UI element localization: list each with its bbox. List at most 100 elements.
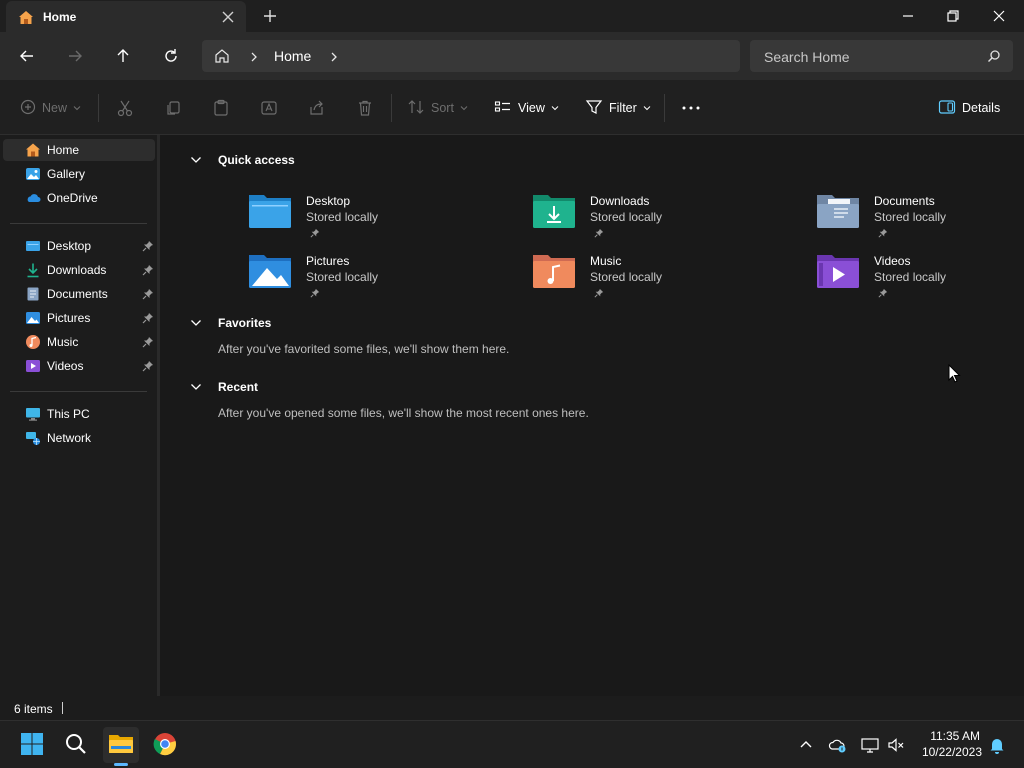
chevron-down-icon[interactable]: [190, 381, 202, 393]
pin-icon[interactable]: [142, 264, 154, 279]
minimize-icon[interactable]: [898, 6, 918, 26]
pictures-folder-icon: [248, 251, 292, 291]
sidebar-item-documents[interactable]: Documents: [3, 283, 155, 305]
folder-name: Videos: [874, 254, 911, 268]
details-button[interactable]: Details: [938, 97, 1000, 119]
pin-icon[interactable]: [142, 312, 154, 327]
quick-access-downloads[interactable]: Downloads Stored locally: [532, 191, 772, 247]
file-explorer-icon: [108, 732, 134, 759]
filter-label: Filter: [609, 101, 637, 115]
chevron-down-icon[interactable]: [190, 317, 202, 329]
address-bar[interactable]: Home: [202, 40, 740, 72]
start-button[interactable]: [14, 727, 50, 763]
tab-title: Home: [43, 10, 77, 24]
sidebar-item-label: Downloads: [47, 263, 107, 277]
chevron-right-icon[interactable]: [329, 51, 339, 62]
up-arrow-icon[interactable]: [113, 46, 133, 66]
new-tab-icon[interactable]: [262, 8, 278, 24]
back-arrow-icon[interactable]: [17, 46, 37, 66]
downloads-folder-icon: [532, 191, 576, 231]
close-tab-icon[interactable]: [220, 9, 236, 25]
sidebar-item-label: This PC: [47, 407, 90, 421]
sidebar-item-network[interactable]: Network: [3, 427, 155, 449]
taskbar-search-button[interactable]: [58, 727, 94, 763]
quick-access-pictures[interactable]: Pictures Stored locally: [248, 251, 488, 307]
filter-button[interactable]: Filter: [585, 97, 651, 119]
content-pane: Quick access Desktop Stored locally Down…: [160, 135, 1024, 696]
pin-icon[interactable]: [142, 336, 154, 351]
pin-icon[interactable]: [142, 240, 154, 255]
documents-folder-icon: [816, 191, 860, 231]
refresh-icon[interactable]: [161, 46, 181, 66]
paste-icon[interactable]: [212, 97, 230, 119]
display-icon[interactable]: [860, 735, 880, 755]
cut-icon[interactable]: [116, 97, 134, 119]
forward-arrow-icon[interactable]: [65, 46, 85, 66]
pin-icon[interactable]: [142, 288, 154, 303]
plus-circle-icon: [20, 99, 36, 118]
search-icon[interactable]: [987, 49, 1001, 66]
folder-status: Stored locally: [874, 270, 947, 284]
folder-name: Downloads: [590, 194, 650, 208]
sidebar-item-videos[interactable]: Videos: [3, 355, 155, 377]
recent-heading[interactable]: Recent: [218, 380, 258, 394]
sort-icon: [407, 98, 425, 119]
sidebar-item-gallery[interactable]: Gallery: [3, 163, 155, 185]
clock-time[interactable]: 11:35 AM: [922, 729, 980, 743]
pin-icon: [594, 227, 604, 241]
favorites-heading[interactable]: Favorites: [218, 316, 271, 330]
home-outline-icon[interactable]: [214, 48, 230, 67]
quick-access-heading[interactable]: Quick access: [218, 153, 295, 167]
close-window-icon[interactable]: [989, 6, 1009, 26]
filter-icon: [585, 98, 603, 119]
volume-muted-icon[interactable]: [886, 735, 906, 755]
sidebar-item-home[interactable]: Home: [3, 139, 155, 161]
restore-icon[interactable]: [943, 6, 963, 26]
more-options-icon[interactable]: [681, 97, 701, 119]
quick-access-documents[interactable]: Documents Stored locally: [816, 191, 1024, 247]
rename-icon[interactable]: [260, 97, 278, 119]
quick-access-desktop[interactable]: Desktop Stored locally: [248, 191, 488, 247]
sidebar-item-desktop[interactable]: Desktop: [3, 235, 155, 257]
music-icon: [25, 334, 41, 350]
view-button[interactable]: View: [494, 97, 559, 119]
clock-date[interactable]: 10/22/2023: [916, 745, 982, 759]
new-button[interactable]: New: [20, 97, 81, 119]
quick-access-music[interactable]: Music Stored locally: [532, 251, 772, 307]
sidebar-item-this-pc[interactable]: This PC: [3, 403, 155, 425]
computer-icon: [25, 406, 41, 422]
taskbar-chrome[interactable]: [147, 727, 183, 763]
sidebar-item-label: Network: [47, 431, 92, 445]
sidebar-item-pictures[interactable]: Pictures: [3, 307, 155, 329]
chevron-right-icon[interactable]: [249, 51, 259, 62]
notification-bell-icon[interactable]: [987, 735, 1007, 755]
sidebar-item-downloads[interactable]: Downloads: [3, 259, 155, 281]
folder-name: Desktop: [306, 194, 351, 208]
chevron-up-icon[interactable]: [796, 735, 816, 755]
sidebar-item-onedrive[interactable]: OneDrive: [3, 187, 155, 209]
quick-access-videos[interactable]: Videos Stored locally: [816, 251, 1024, 307]
pin-icon[interactable]: [142, 360, 154, 375]
breadcrumb-home[interactable]: Home: [274, 48, 311, 64]
details-pane-icon: [938, 98, 956, 119]
search-icon: [64, 732, 88, 759]
title-bar: Home: [0, 0, 1024, 32]
delete-icon[interactable]: [356, 97, 374, 119]
divider: [98, 94, 99, 122]
onedrive-status-icon[interactable]: [828, 735, 848, 755]
view-label: View: [518, 101, 545, 115]
search-input[interactable]: Search Home: [750, 40, 1013, 72]
divider: [664, 94, 665, 122]
chevron-down-icon[interactable]: [190, 154, 202, 166]
share-icon[interactable]: [308, 97, 326, 119]
taskbar: 11:35 AM 10/22/2023: [0, 720, 1024, 768]
taskbar-file-explorer[interactable]: [103, 727, 139, 763]
sidebar-item-music[interactable]: Music: [3, 331, 155, 353]
sort-button[interactable]: Sort: [407, 97, 468, 119]
item-count: 6 items: [14, 702, 53, 716]
chevron-down-icon: [460, 101, 468, 115]
gallery-icon: [25, 166, 41, 182]
folder-name: Pictures: [306, 254, 350, 268]
tab-home[interactable]: Home: [6, 1, 246, 32]
copy-icon[interactable]: [164, 97, 182, 119]
